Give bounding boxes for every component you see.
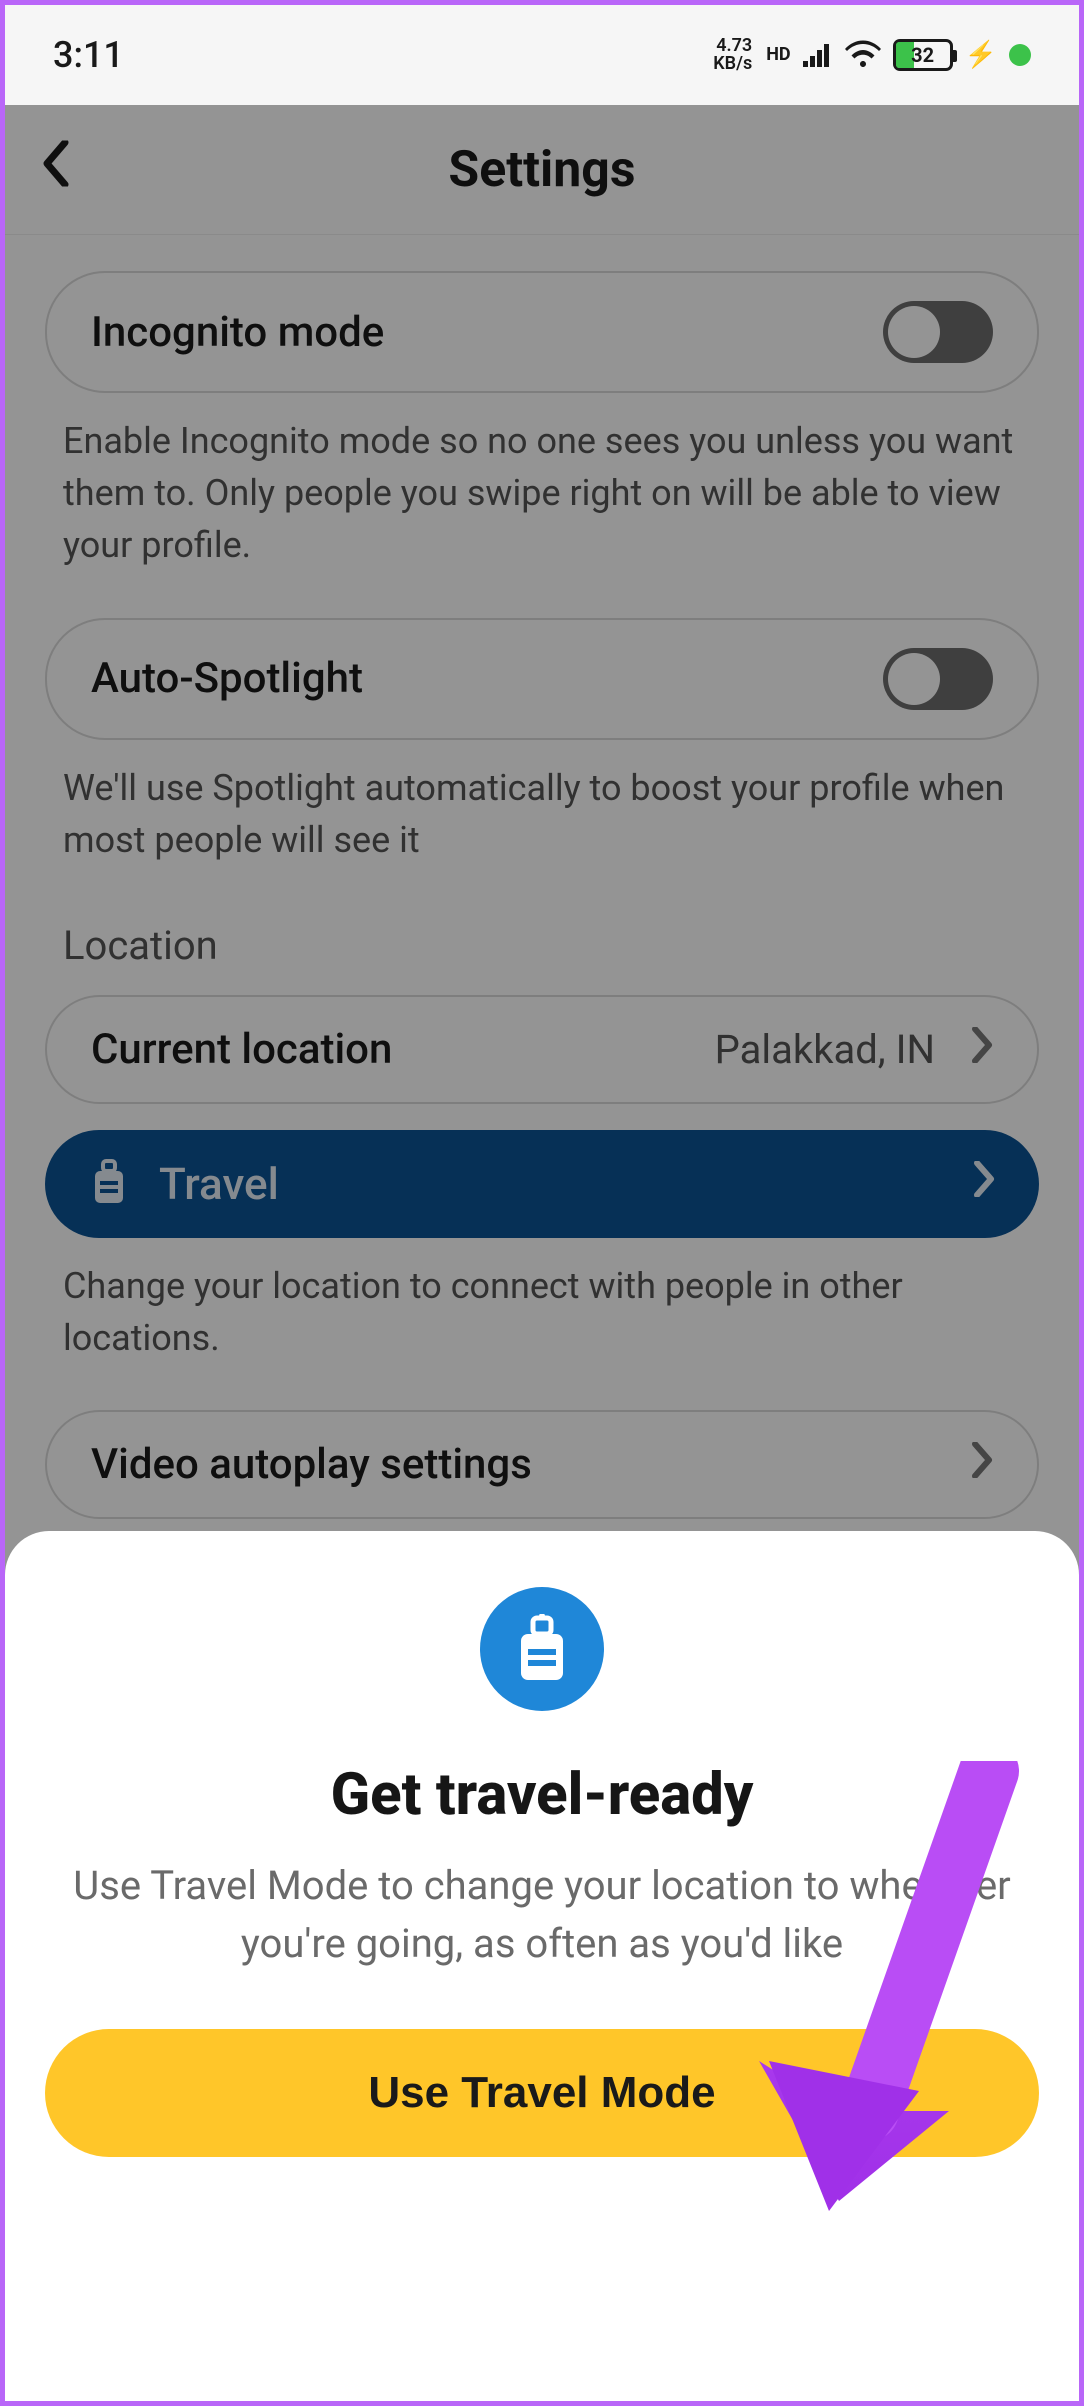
video-autoplay-label: Video autoplay settings bbox=[91, 1440, 532, 1489]
sheet-title: Get travel-ready bbox=[331, 1761, 754, 1829]
video-autoplay-row[interactable]: Video autoplay settings bbox=[45, 1410, 1039, 1519]
auto-spotlight-description: We'll use Spotlight automatically to boo… bbox=[45, 740, 1039, 896]
cell-signal-icon bbox=[803, 34, 833, 76]
back-icon[interactable] bbox=[41, 140, 69, 199]
suitcase-circle-icon bbox=[480, 1587, 604, 1711]
sheet-description: Use Travel Mode to change your location … bbox=[45, 1857, 1039, 1973]
incognito-label: Incognito mode bbox=[91, 308, 384, 357]
chevron-right-icon bbox=[971, 1440, 993, 1489]
auto-spotlight-toggle[interactable] bbox=[883, 648, 993, 710]
auto-spotlight-label: Auto-Spotlight bbox=[91, 654, 363, 703]
travel-label: Travel bbox=[159, 1158, 279, 1210]
current-location-label: Current location bbox=[91, 1025, 392, 1074]
use-travel-mode-button[interactable]: Use Travel Mode bbox=[45, 2029, 1039, 2157]
page-title: Settings bbox=[448, 141, 635, 199]
travel-row[interactable]: Travel bbox=[45, 1130, 1039, 1238]
current-location-value: Palakkad, IN bbox=[715, 1026, 935, 1073]
chevron-right-icon bbox=[971, 1025, 993, 1074]
wifi-icon bbox=[845, 34, 881, 76]
status-time: 3:11 bbox=[53, 34, 124, 76]
incognito-description: Enable Incognito mode so no one sees you… bbox=[45, 393, 1039, 602]
travel-description: Change your location to connect with peo… bbox=[45, 1238, 1039, 1394]
current-location-row[interactable]: Current location Palakkad, IN bbox=[45, 995, 1039, 1104]
incognito-toggle[interactable] bbox=[883, 301, 993, 363]
settings-header: Settings bbox=[5, 105, 1079, 235]
charging-icon: ⚡ bbox=[965, 40, 997, 70]
auto-spotlight-row[interactable]: Auto-Spotlight bbox=[45, 618, 1039, 740]
location-section-label: Location bbox=[45, 896, 1039, 979]
incognito-mode-row[interactable]: Incognito mode bbox=[45, 271, 1039, 393]
suitcase-icon bbox=[89, 1159, 129, 1209]
battery-indicator: 32 bbox=[893, 39, 953, 71]
hd-indicator: HD bbox=[766, 46, 790, 64]
network-speed: 4.73 KB/s bbox=[713, 37, 752, 73]
chevron-right-icon bbox=[973, 1159, 995, 1208]
privacy-indicator-dot bbox=[1009, 44, 1031, 66]
travel-mode-sheet: Get travel-ready Use Travel Mode to chan… bbox=[5, 1531, 1079, 2401]
status-bar: 3:11 4.73 KB/s HD 32 ⚡ bbox=[5, 5, 1079, 105]
